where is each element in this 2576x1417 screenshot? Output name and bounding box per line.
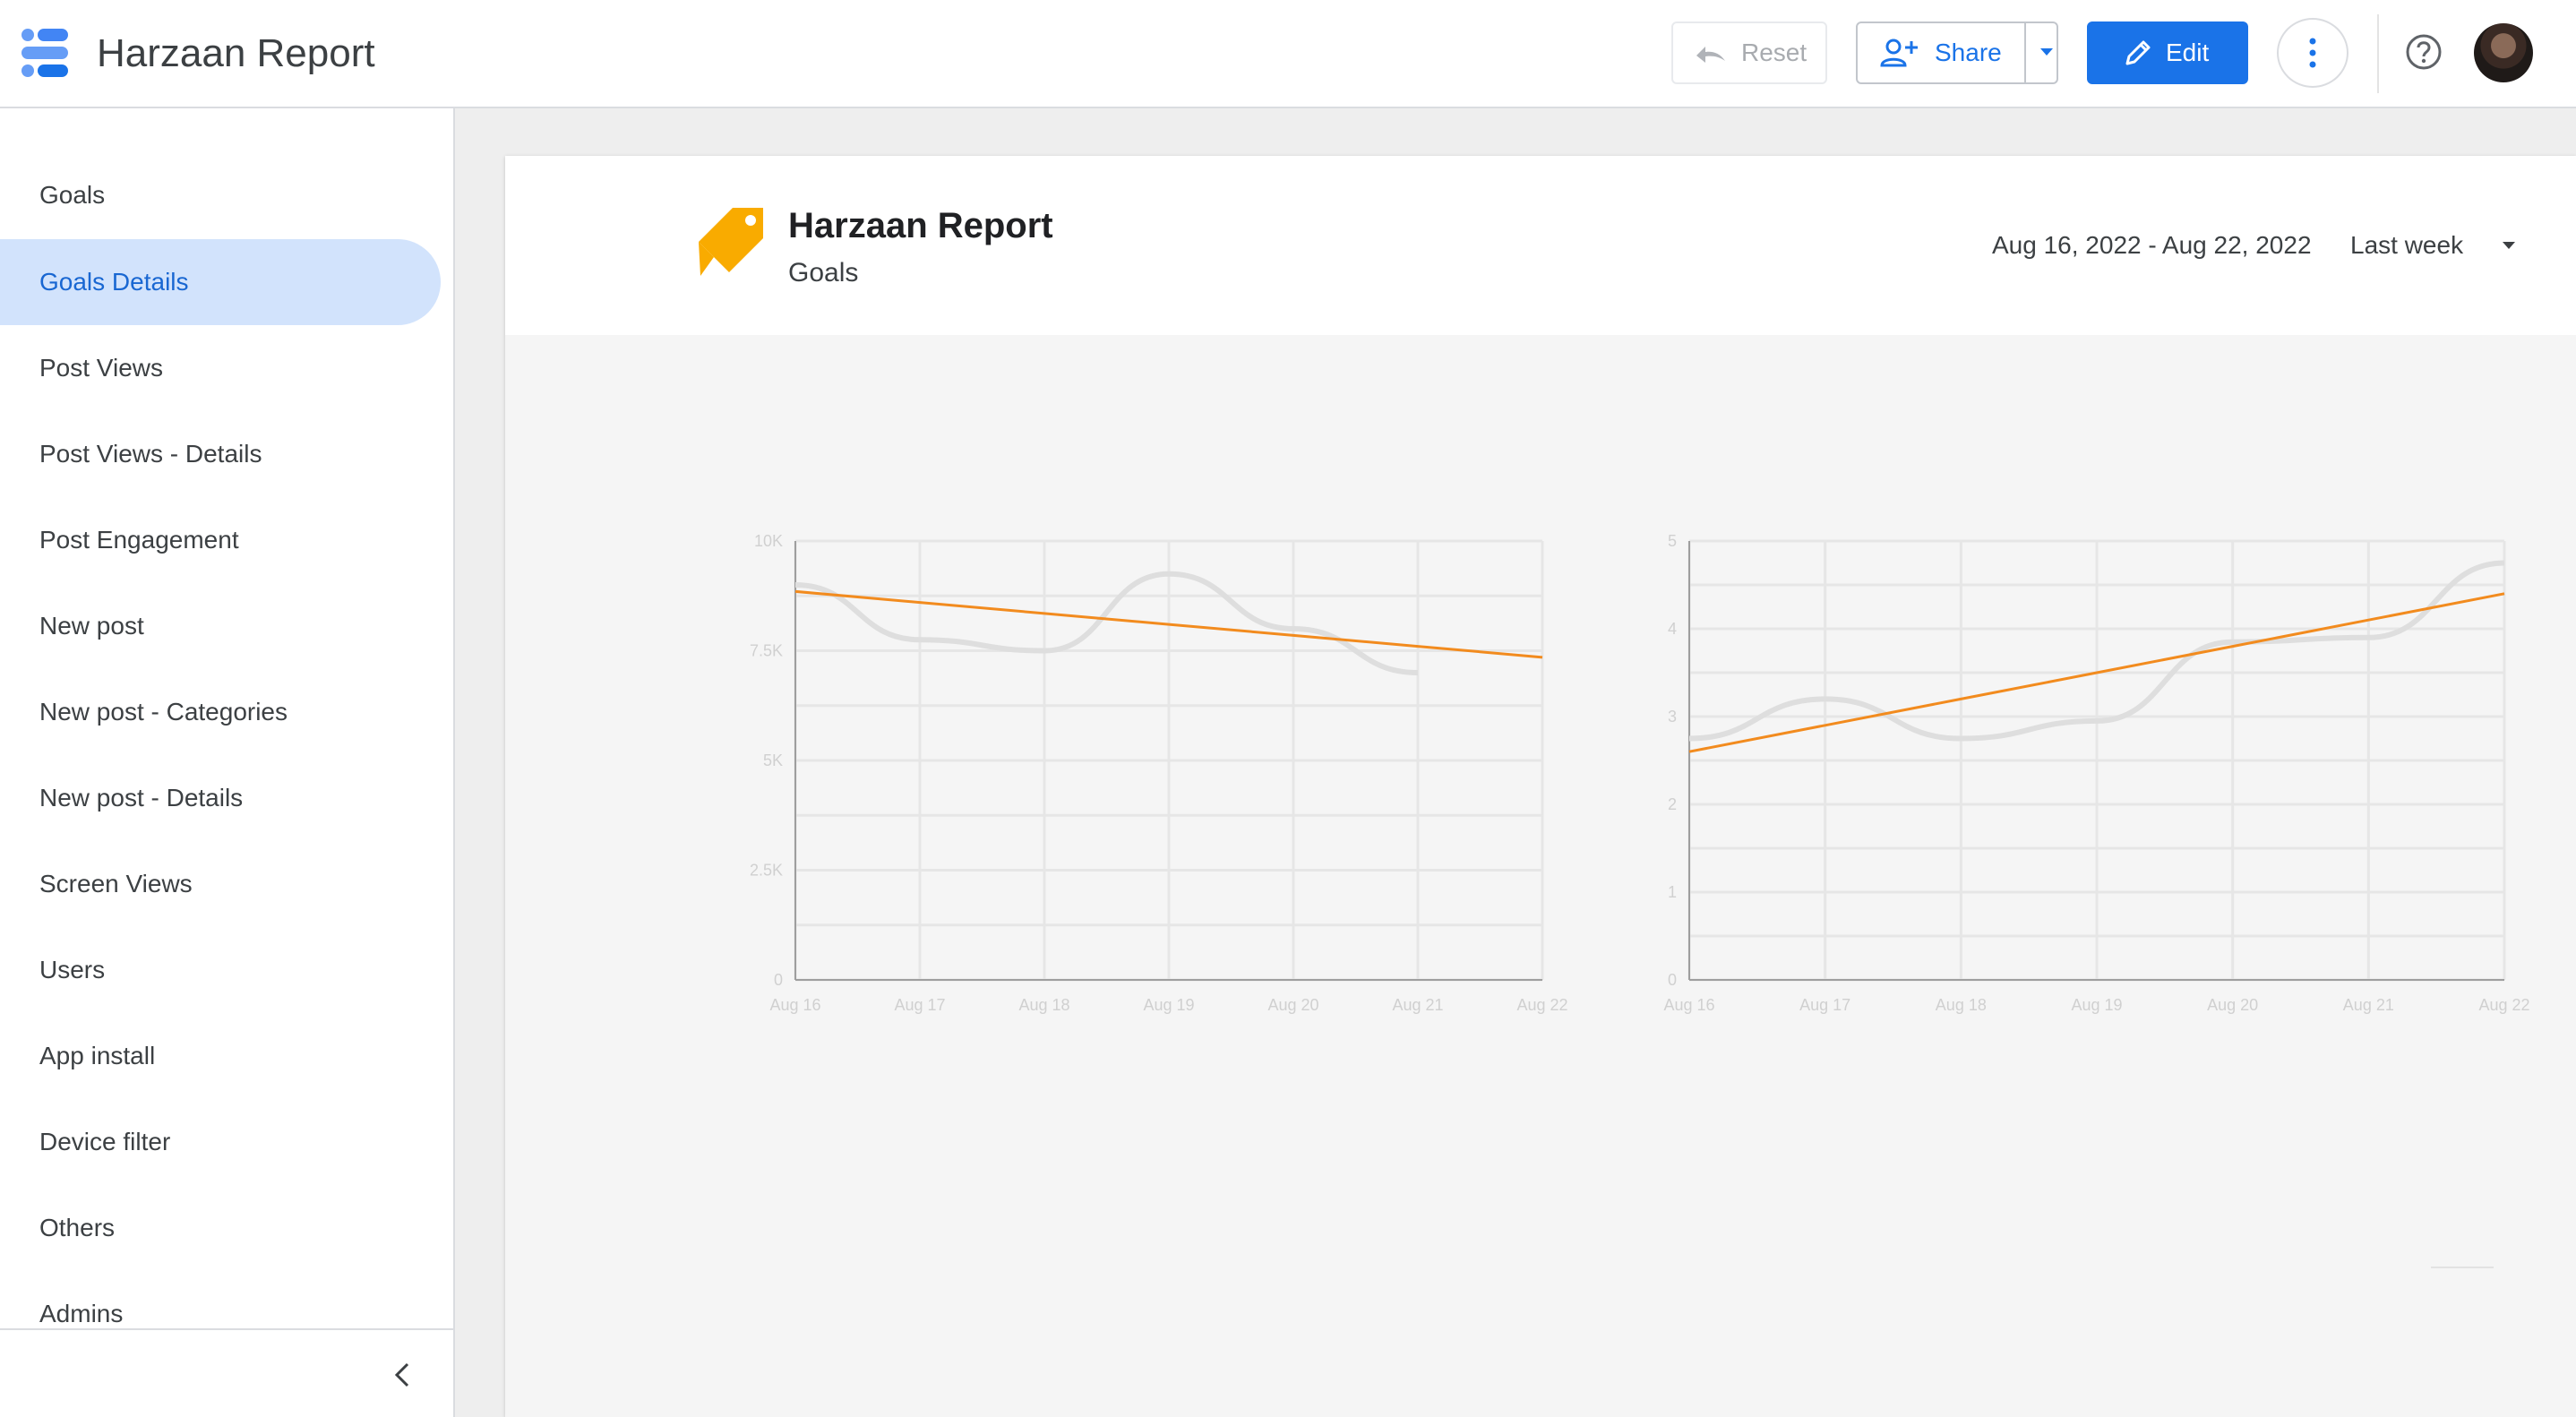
x-tick-label: Aug 20	[1267, 996, 1318, 1014]
collapse-sidebar-icon[interactable]	[394, 1362, 410, 1387]
top-bar: Harzaan Report Reset Share Edit	[0, 0, 2576, 108]
y-tick-label: 2	[1668, 795, 1677, 813]
more-options-button[interactable]	[2277, 18, 2348, 88]
goals-trend-chart-right: 0 1 2 3 4 5 Aug 16 Aug 17 Aug 18 Aug 19 Aug 20 Aug …	[1612, 520, 2576, 1021]
share-button[interactable]: Share	[1856, 21, 2058, 84]
more-vert-icon	[2309, 38, 2316, 68]
x-tick-label: Aug 20	[2207, 996, 2258, 1014]
nav-item-post-engagement[interactable]: Post Engagement	[0, 497, 441, 583]
divider-line	[2431, 1267, 2494, 1268]
y-tick-label: 0	[774, 971, 783, 989]
tag-logo-icon	[699, 208, 763, 276]
pencil-icon	[2125, 40, 2151, 65]
nav-item-device-filter[interactable]: Device filter	[0, 1099, 441, 1185]
toolbar-divider	[2377, 14, 2379, 93]
x-tick-label: Aug 19	[1143, 996, 1194, 1014]
chart-svg: 0 2.5K 5K 7.5K 10K Aug 16 Aug 17 Aug 18 Aug 19 Au…	[750, 532, 1568, 1014]
y-tick-label: 4	[1668, 620, 1677, 638]
edit-button[interactable]: Edit	[2087, 21, 2248, 84]
undo-icon	[1696, 47, 1725, 63]
y-tick-label: 7.5K	[750, 642, 783, 660]
y-tick-label: 5K	[763, 751, 783, 769]
data-studio-logo-icon	[21, 29, 68, 77]
app-title: Harzaan Report	[97, 31, 375, 75]
report-header: Harzaan Report Goals Aug 16, 2022 - Aug …	[505, 156, 2576, 335]
nav-item-screen-views[interactable]: Screen Views	[0, 841, 441, 927]
series-line-metric	[794, 571, 1419, 675]
nav-item-new-post[interactable]: New post	[0, 583, 441, 669]
share-divider	[2024, 23, 2026, 82]
page-navigation-sidebar: Goals Goals Details Post Views Post View…	[0, 108, 455, 1417]
nav-item-app-install[interactable]: App install	[0, 1013, 441, 1099]
x-tick-label: Aug 18	[1018, 996, 1069, 1014]
x-tick-label: Aug 21	[1392, 996, 1443, 1014]
nav-item-new-post-categories[interactable]: New post - Categories	[0, 669, 441, 755]
person-add-icon	[1880, 39, 1918, 67]
y-tick-label: 10K	[754, 532, 783, 550]
report-subtitle: Goals	[788, 258, 859, 288]
x-tick-label: Aug 22	[1516, 996, 1567, 1014]
caret-down-icon[interactable]	[2040, 48, 2053, 57]
chart-svg: 0 1 2 3 4 5 Aug 16 Aug 17 Aug 18 Aug 19 Aug 20 Aug …	[1663, 532, 2529, 1014]
nav-item-post-views[interactable]: Post Views	[0, 325, 441, 411]
y-tick-label: 2.5K	[750, 862, 783, 880]
nav-item-goals-details[interactable]: Goals Details	[0, 239, 441, 325]
date-preset-select[interactable]: Last week	[2350, 231, 2463, 260]
y-tick-label: 1	[1668, 883, 1677, 901]
nav-item-goals[interactable]: Goals	[0, 152, 441, 238]
x-tick-label: Aug 16	[769, 996, 820, 1014]
x-tick-label: Aug 17	[894, 996, 945, 1014]
nav-item-users[interactable]: Users	[0, 927, 441, 1013]
date-range-label[interactable]: Aug 16, 2022 - Aug 22, 2022	[1992, 231, 2312, 260]
nav-item-new-post-details[interactable]: New post - Details	[0, 755, 441, 841]
reset-button[interactable]: Reset	[1671, 21, 1827, 84]
x-tick-label: Aug 19	[2071, 996, 2122, 1014]
x-tick-label: Aug 18	[1936, 996, 1987, 1014]
edit-label: Edit	[2166, 39, 2210, 66]
account-avatar[interactable]	[2474, 23, 2533, 82]
x-tick-label: Aug 16	[1663, 996, 1714, 1014]
y-tick-label: 5	[1668, 532, 1677, 550]
sidebar-footer	[0, 1328, 453, 1417]
goals-trend-chart-left: 0 2.5K 5K 7.5K 10K Aug 16 Aug 17 Aug 18 Aug 19 Au…	[717, 520, 1594, 1021]
x-tick-label: Aug 21	[2343, 996, 2394, 1014]
y-tick-label: 3	[1668, 708, 1677, 726]
nav-item-others[interactable]: Others	[0, 1185, 441, 1271]
y-tick-label: 0	[1668, 971, 1677, 989]
share-label: Share	[1935, 39, 2002, 66]
x-tick-label: Aug 17	[1799, 996, 1850, 1014]
caret-down-icon[interactable]	[2503, 242, 2515, 251]
report-title: Harzaan Report	[788, 206, 1053, 245]
x-tick-label: Aug 22	[2478, 996, 2529, 1014]
help-icon[interactable]	[2404, 32, 2443, 72]
reset-label: Reset	[1741, 39, 1807, 66]
nav-item-post-views-details[interactable]: Post Views - Details	[0, 411, 441, 497]
